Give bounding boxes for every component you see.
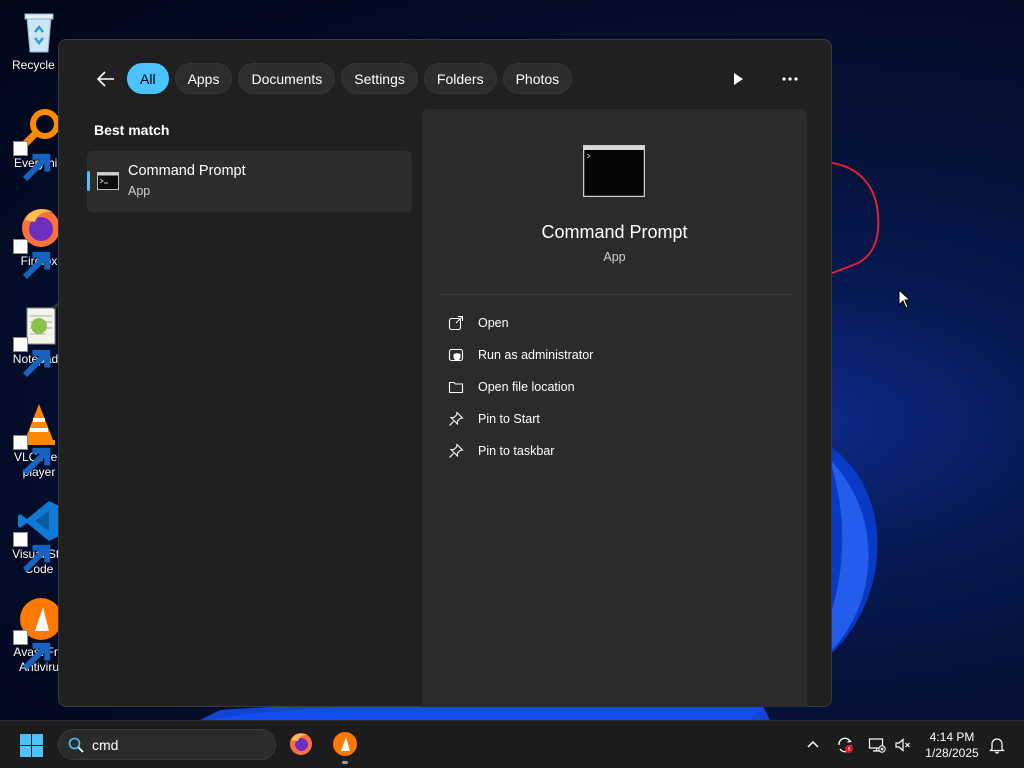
command-prompt-icon [583, 145, 645, 197]
search-filter-tabs: All Apps Documents Settings Folders Phot… [127, 63, 573, 94]
filter-tab-settings[interactable]: Settings [341, 63, 418, 94]
firefox-icon [13, 204, 63, 280]
tray-network[interactable] [868, 736, 886, 754]
clock-time: 4:14 PM [929, 730, 975, 744]
result-title: Command Prompt [128, 163, 246, 179]
mouse-cursor-icon [898, 289, 912, 309]
best-match-result[interactable]: Command Prompt App [87, 151, 412, 212]
shortcut-arrow-icon [13, 239, 51, 280]
preview-actions: Open Run as administrator Open file loca… [438, 307, 788, 467]
firefox-icon [290, 733, 312, 755]
shortcut-arrow-icon [13, 141, 51, 182]
shortcut-arrow-icon [13, 435, 51, 476]
everything-search-icon [13, 106, 63, 182]
chevron-up-icon [807, 740, 819, 748]
vscode-icon [13, 497, 63, 573]
tray-sync-status[interactable] [836, 736, 854, 754]
shortcut-arrow-icon [13, 337, 51, 378]
avast-icon [13, 595, 63, 671]
filter-tab-folders[interactable]: Folders [423, 63, 497, 94]
taskbar-search-input[interactable] [92, 734, 262, 755]
filter-tab-documents[interactable]: Documents [238, 63, 336, 94]
taskbar-search-box[interactable] [58, 729, 276, 760]
action-label: Pin to Start [478, 412, 540, 426]
shortcut-arrow-icon [13, 532, 51, 573]
result-subtitle: App [128, 184, 151, 198]
more-options-button[interactable] [779, 68, 801, 90]
network-disconnected-icon [868, 738, 886, 753]
windows-logo-icon [20, 734, 43, 757]
notifications-button[interactable] [988, 736, 1006, 754]
folder-icon [448, 381, 464, 394]
action-run-as-administrator[interactable]: Run as administrator [438, 339, 788, 371]
notepad-plus-plus-icon [13, 302, 63, 378]
red-annotation-stroke [831, 162, 880, 274]
show-hidden-icons-button[interactable] [804, 736, 822, 754]
command-prompt-icon [97, 172, 119, 190]
taskbar-clock[interactable]: 4:14 PM 1/28/2025 [918, 729, 986, 761]
avast-icon [333, 732, 357, 756]
action-open-file-location[interactable]: Open file location [438, 371, 788, 403]
vlc-icon [13, 400, 63, 476]
taskbar-app-firefox[interactable] [288, 731, 314, 757]
play-button[interactable] [727, 68, 749, 90]
open-external-icon [448, 315, 464, 331]
search-panel: All Apps Documents Settings Folders Phot… [58, 39, 832, 707]
start-button[interactable] [20, 734, 43, 757]
running-indicator [342, 761, 348, 764]
result-preview-pane: Command Prompt App Open Run as administr… [422, 109, 807, 707]
volume-muted-icon [895, 738, 910, 752]
action-label: Open file location [478, 380, 575, 394]
filter-tab-photos[interactable]: Photos [502, 63, 573, 94]
pin-icon [449, 411, 464, 426]
best-match-heading: Best match [94, 122, 170, 138]
action-label: Open [478, 316, 509, 330]
sync-alert-icon [838, 737, 853, 753]
shortcut-arrow-icon [13, 630, 51, 671]
taskbar: 4:14 PM 1/28/2025 [0, 720, 1024, 768]
divider [440, 294, 792, 295]
shield-admin-icon [448, 348, 464, 362]
action-label: Pin to taskbar [478, 444, 555, 458]
back-button[interactable] [95, 68, 117, 90]
ellipsis-icon [782, 77, 798, 81]
clock-date: 1/28/2025 [925, 746, 979, 760]
back-arrow-icon [96, 71, 114, 87]
action-label: Run as administrator [478, 348, 594, 362]
action-pin-to-start[interactable]: Pin to Start [438, 403, 788, 435]
play-icon [734, 73, 743, 85]
tray-volume[interactable] [894, 736, 912, 754]
search-icon [68, 737, 84, 753]
preview-subtitle: App [603, 250, 626, 264]
pin-icon [449, 443, 464, 458]
bell-icon [989, 738, 1005, 754]
filter-tab-apps[interactable]: Apps [174, 63, 233, 94]
recycle-bin-icon [15, 8, 63, 56]
action-open[interactable]: Open [438, 307, 788, 339]
action-pin-to-taskbar[interactable]: Pin to taskbar [438, 435, 788, 467]
taskbar-app-avast[interactable] [332, 731, 358, 764]
selection-indicator [87, 171, 90, 191]
preview-title: Command Prompt [541, 222, 688, 242]
filter-tab-all[interactable]: All [127, 63, 169, 94]
